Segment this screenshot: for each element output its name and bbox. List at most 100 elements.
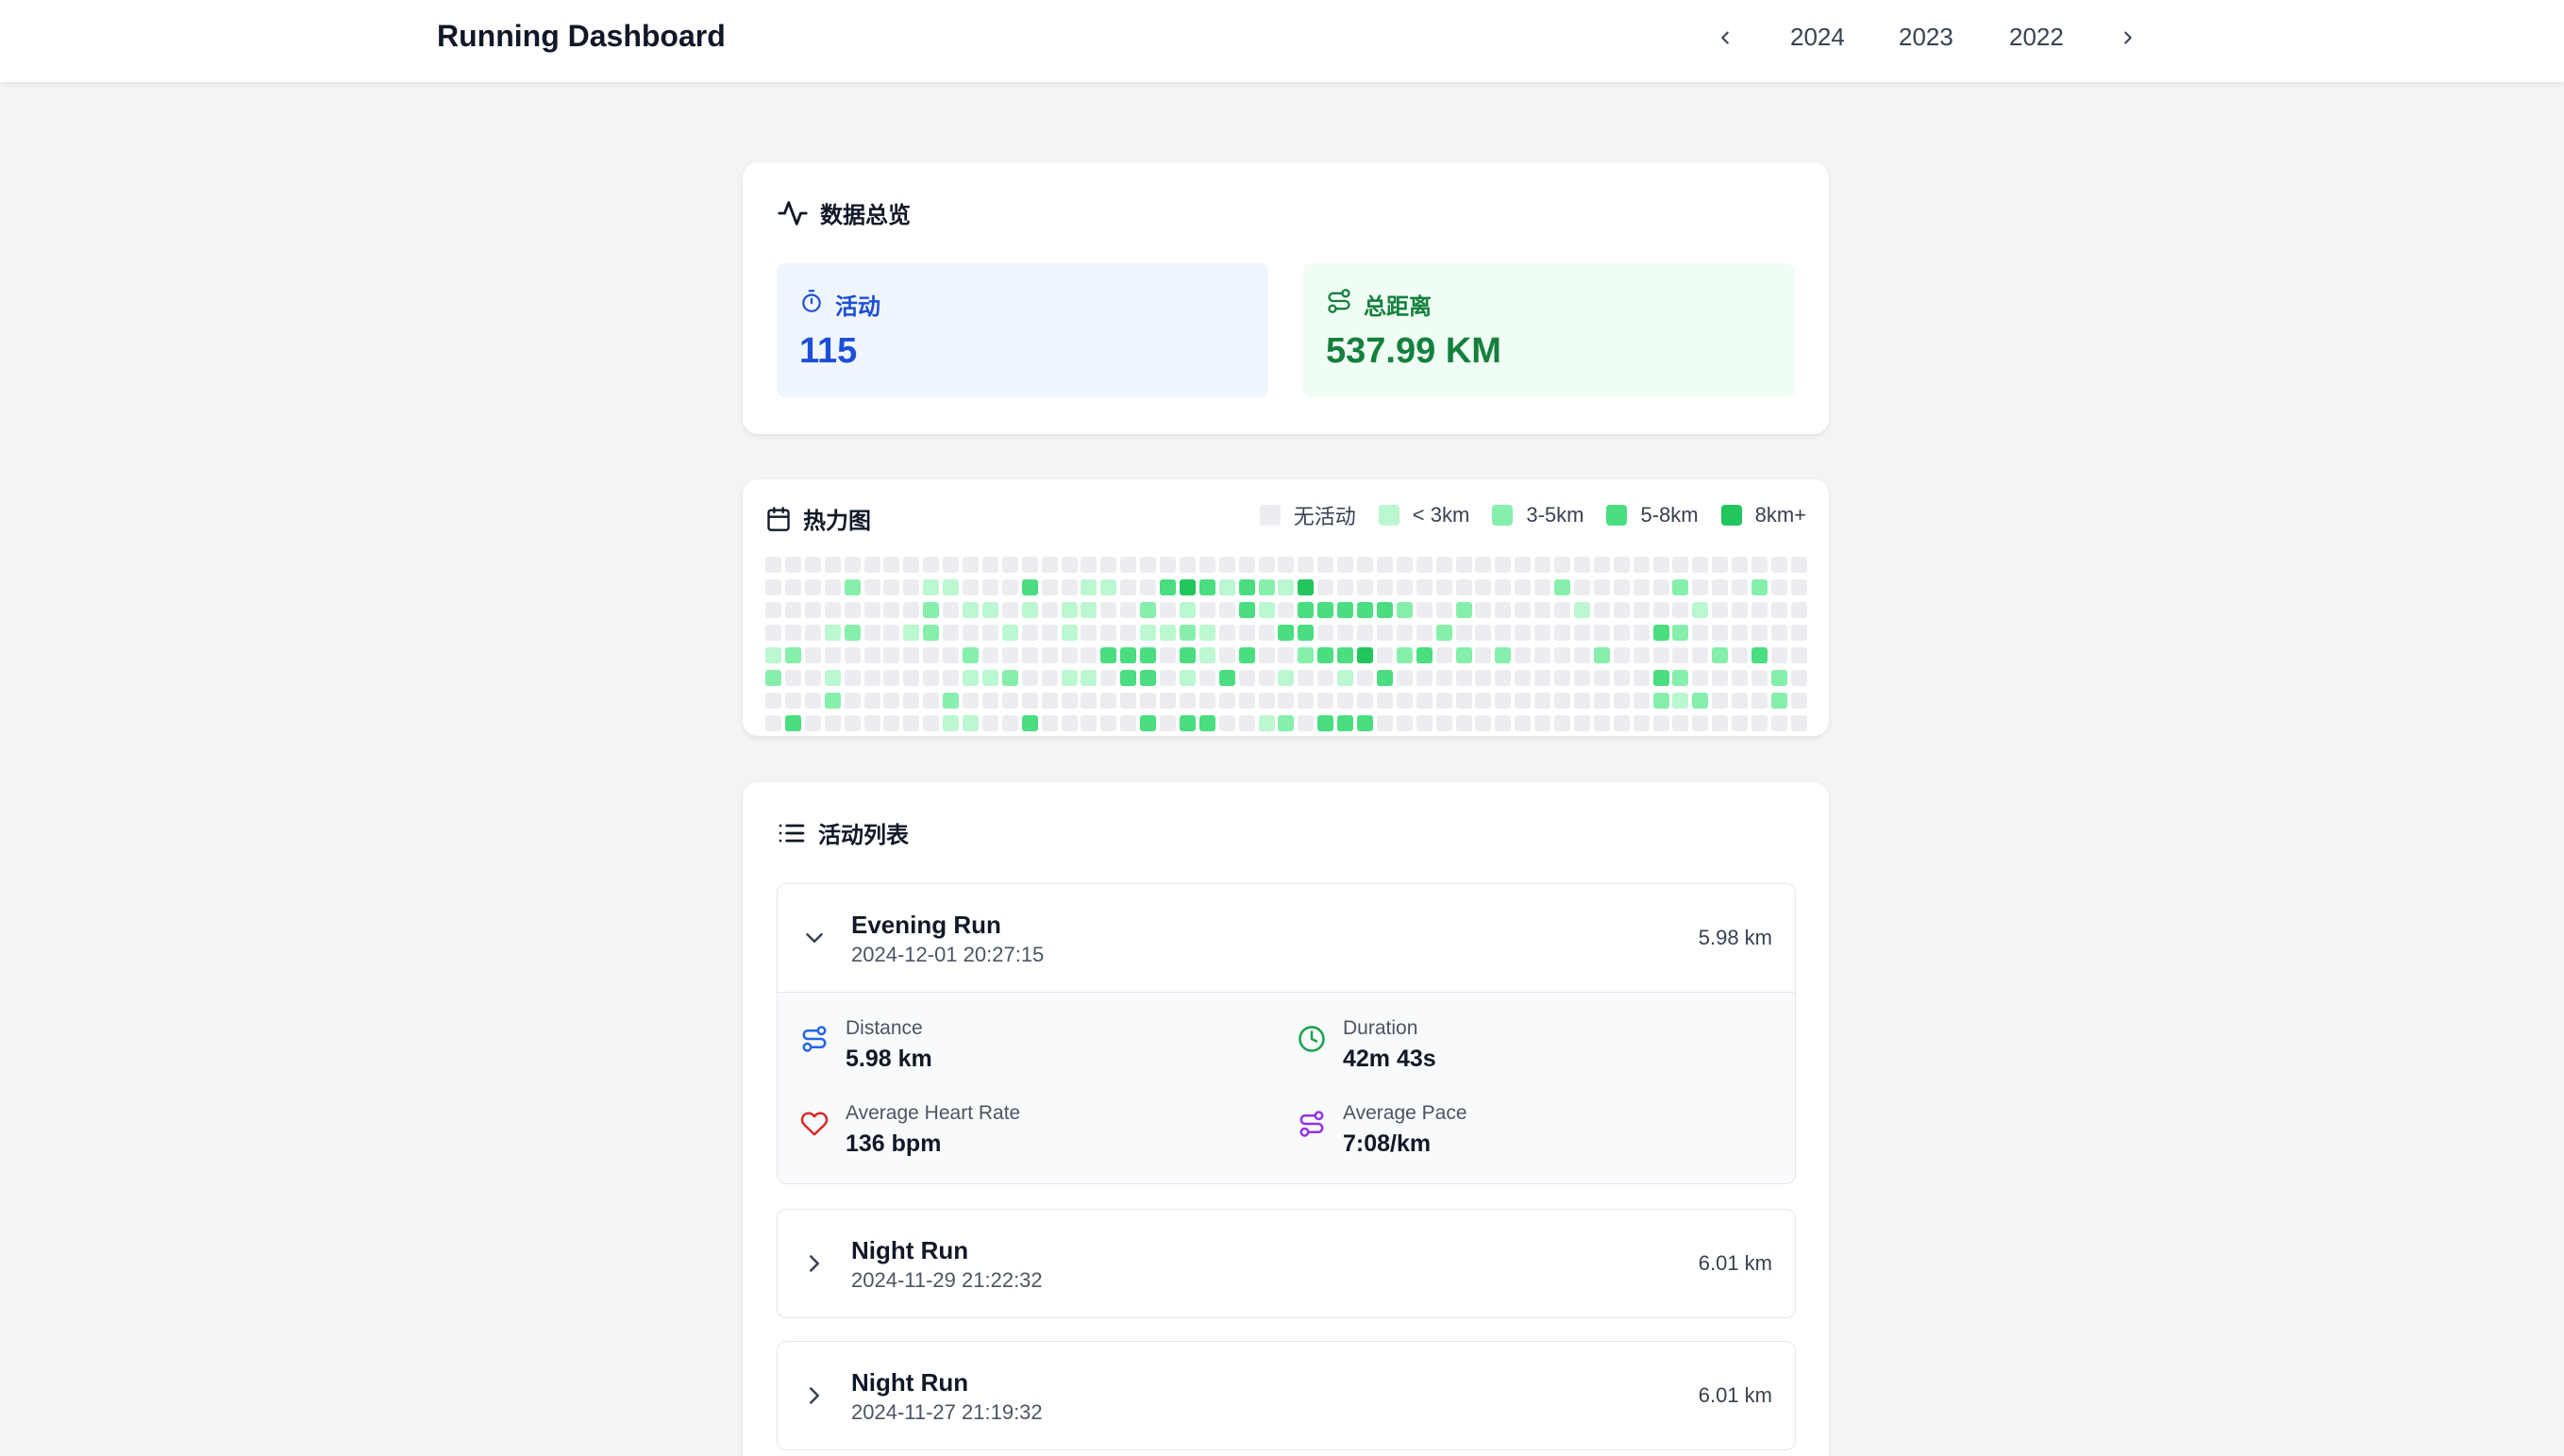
- heatmap-cell: [1672, 579, 1689, 595]
- heatmap-cell: [1021, 715, 1038, 731]
- heatmap-cell: [1179, 670, 1196, 686]
- heatmap-cell: [1633, 670, 1650, 686]
- heatmap-cell: [1396, 647, 1413, 663]
- activity-header[interactable]: Night Run 2024-11-29 21:22:32 6.01 km: [778, 1210, 1795, 1317]
- heatmap-cell: [784, 693, 801, 709]
- heatmap-cell: [1278, 715, 1295, 731]
- distance-label-text: 总距离: [1364, 294, 1432, 320]
- heatmap-cell: [1140, 625, 1157, 641]
- heatmap-cell: [1396, 557, 1413, 573]
- heatmap-cell: [844, 715, 861, 731]
- heatmap-cell: [1652, 602, 1669, 618]
- heatmap-cell: [1218, 625, 1235, 641]
- heatmap-cell: [1376, 602, 1393, 618]
- heatmap-cell: [1455, 715, 1472, 731]
- heatmap-cell: [1613, 557, 1630, 573]
- heatmap-cell: [1160, 693, 1176, 709]
- heatmap-cell: [1515, 647, 1532, 663]
- heatmap-cell: [1238, 647, 1255, 663]
- heatmap-cell: [1100, 715, 1117, 731]
- heatmap-cell: [1770, 693, 1787, 709]
- year-2024[interactable]: 2024: [1790, 23, 1845, 52]
- heatmap-cell: [1732, 693, 1749, 709]
- heatmap-cell: [1140, 670, 1157, 686]
- year-2022[interactable]: 2022: [2009, 23, 2064, 52]
- heatmap-cell: [1790, 602, 1807, 618]
- heatmap-cell: [981, 579, 998, 595]
- chevron-right-icon[interactable]: [2111, 21, 2145, 55]
- heatmap-cell: [1633, 602, 1650, 618]
- heatmap-cell: [1100, 647, 1117, 663]
- heatmap-cell: [804, 693, 821, 709]
- heatmap-cell: [1238, 693, 1255, 709]
- heatmap-cell: [1672, 647, 1689, 663]
- heatmap-cell: [1238, 715, 1255, 731]
- heatmap-cell: [863, 693, 880, 709]
- heatmap-cell: [903, 579, 920, 595]
- heatmap-cell: [1475, 647, 1492, 663]
- heatmap-cell: [1041, 715, 1058, 731]
- heatmap-cell: [883, 715, 900, 731]
- activity-pulse-icon: [777, 197, 809, 229]
- heatmap-cell: [1435, 715, 1452, 731]
- heatmap-cell: [1081, 625, 1098, 641]
- heatmap-cell: [1298, 693, 1315, 709]
- heatmap-cell: [824, 670, 841, 686]
- chevron-right-icon[interactable]: [800, 1249, 829, 1278]
- heatmap-cell: [1515, 602, 1532, 618]
- route-icon: [1298, 1110, 1326, 1138]
- activity-header[interactable]: Evening Run 2024-12-01 20:27:15 5.98 km: [778, 884, 1795, 992]
- heatmap-cell: [1416, 670, 1433, 686]
- heatmap-cell: [1081, 557, 1098, 573]
- heatmap-cell: [1061, 625, 1078, 641]
- heatmap-cell: [1435, 693, 1452, 709]
- heatmap-cell: [1041, 602, 1058, 618]
- heatmap-cell: [1573, 602, 1590, 618]
- chevron-right-icon[interactable]: [800, 1381, 829, 1410]
- heatmap-cell: [1455, 625, 1472, 641]
- activity-item: Evening Run 2024-12-01 20:27:15 5.98 km …: [777, 883, 1796, 1184]
- activities-stat: 活动 115: [777, 263, 1268, 397]
- heatmap-cell: [1751, 715, 1768, 731]
- chevron-left-icon[interactable]: [1708, 21, 1742, 55]
- heatmap-cell: [903, 715, 920, 731]
- heatmap-legend: 无活动 < 3km 3-5km 5-8km 8km+: [1237, 500, 1806, 530]
- heatmap-cell: [1337, 693, 1354, 709]
- heatmap-cell: [1021, 625, 1038, 641]
- heatmap-cell: [1238, 557, 1255, 573]
- heatmap-cell: [1317, 602, 1334, 618]
- heatmap-cell: [784, 625, 801, 641]
- year-2023[interactable]: 2023: [1899, 23, 1953, 52]
- heatmap-cell: [1455, 647, 1472, 663]
- heatmap-cell: [1061, 557, 1078, 573]
- chevron-down-icon[interactable]: [800, 924, 829, 952]
- heatmap-cell: [903, 602, 920, 618]
- heatmap-cell: [981, 647, 998, 663]
- heatmap-cell: [923, 670, 940, 686]
- heatmap-cell: [1692, 602, 1709, 618]
- heatmap-cell: [1258, 715, 1275, 731]
- heatmap-cell: [1416, 625, 1433, 641]
- heatmap-cell: [1495, 557, 1512, 573]
- heatmap-cell: [1081, 670, 1098, 686]
- activity-distance: 5.98 km: [1698, 926, 1772, 949]
- heatmap-cell: [765, 625, 781, 641]
- activity-header[interactable]: Night Run 2024-11-27 21:19:32 6.01 km: [778, 1342, 1795, 1449]
- overview-title: 数据总览: [777, 196, 911, 229]
- heatmap-cell: [1061, 602, 1078, 618]
- heatmap-cell: [1435, 557, 1452, 573]
- heatmap-cell: [1120, 602, 1137, 618]
- heatmap-cell: [1554, 602, 1570, 618]
- heatmap-cell: [1416, 579, 1433, 595]
- heatmap-cell: [1100, 625, 1117, 641]
- heatmap-cell: [1337, 557, 1354, 573]
- heatmap-cell: [1554, 715, 1570, 731]
- heatmap-cell: [1652, 715, 1669, 731]
- legend-item: 5-8km: [1606, 503, 1699, 527]
- heatmap-cell: [824, 579, 841, 595]
- heatmap-cell: [1298, 602, 1315, 618]
- heatmap-cell: [1376, 693, 1393, 709]
- heatmap-cell: [1495, 693, 1512, 709]
- heatmap-cell: [1534, 715, 1551, 731]
- heatmap-cell: [1455, 693, 1472, 709]
